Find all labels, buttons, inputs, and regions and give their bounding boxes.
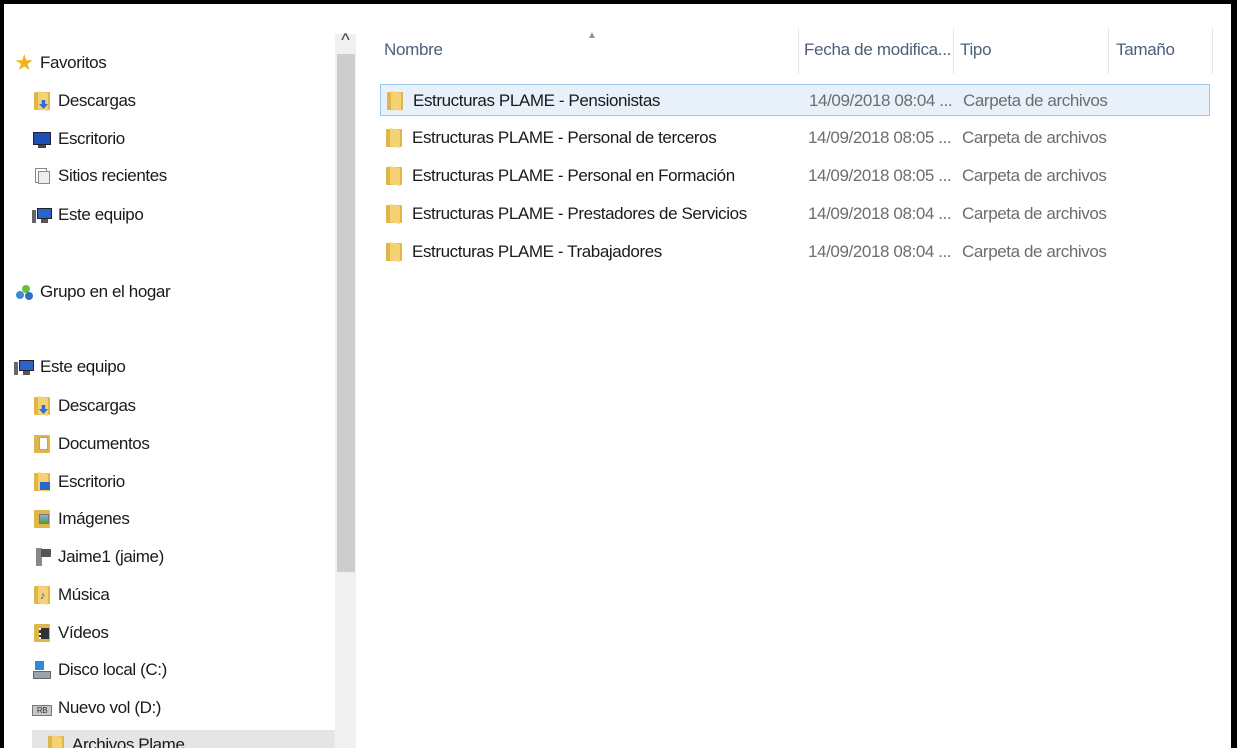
local-disk-icon — [32, 660, 52, 680]
file-modified: 14/09/2018 08:04 ... — [809, 91, 953, 110]
nav-pc-downloads[interactable]: Descargas — [32, 391, 136, 421]
file-type: Carpeta de archivos — [963, 91, 1108, 110]
column-header-label: Nombre — [384, 40, 443, 59]
nav-label: Este equipo — [58, 205, 144, 224]
column-divider[interactable] — [953, 28, 954, 74]
file-name: Estructuras PLAME - Personal en Formació… — [412, 166, 735, 185]
column-divider[interactable] — [1212, 28, 1213, 74]
nav-pc-local-disk-c[interactable]: Disco local (C:) — [32, 655, 167, 685]
sort-ascending-icon: ▲ — [587, 30, 597, 41]
music-folder-icon: ♪ — [32, 585, 52, 605]
nav-label: Documentos — [58, 434, 150, 453]
nav-label: Sitios recientes — [58, 166, 167, 185]
file-name-cell: Estructuras PLAME - Prestadores de Servi… — [384, 198, 747, 230]
file-row[interactable]: Estructuras PLAME - Trabajadores 14/09/2… — [380, 236, 1210, 268]
file-modified: 14/09/2018 08:05 ... — [808, 166, 952, 185]
nav-pc-pictures[interactable]: Imágenes — [32, 504, 130, 534]
nav-pc-desktop[interactable]: Escritorio — [32, 467, 125, 497]
file-type: Carpeta de archivos — [962, 128, 1107, 147]
nav-pc-music[interactable]: ♪ Música — [32, 580, 110, 610]
scroll-up-chevron-icon[interactable]: ^ — [335, 26, 356, 54]
desktop-icon — [32, 129, 52, 149]
folder-icon — [384, 242, 404, 262]
nav-label: Descargas — [58, 396, 136, 415]
nav-pc-documents[interactable]: Documentos — [32, 429, 150, 459]
file-name-cell: Estructuras PLAME - Personal de terceros — [384, 122, 717, 154]
file-name: Estructuras PLAME - Trabajadores — [412, 242, 662, 261]
file-type: Carpeta de archivos — [962, 242, 1107, 261]
nav-label: Música — [58, 585, 110, 604]
column-header-name[interactable]: Nombre — [384, 32, 443, 68]
file-row[interactable]: Estructuras PLAME - Personal de terceros… — [380, 122, 1210, 154]
network-drive-icon — [32, 547, 52, 567]
file-modified: 14/09/2018 08:05 ... — [808, 128, 952, 147]
nav-favorites[interactable]: ★ Favoritos — [14, 48, 106, 78]
nav-favorites-this-pc[interactable]: Este equipo — [32, 200, 144, 230]
nav-archivos-plame[interactable]: Archivos Plame — [32, 730, 335, 748]
nav-label: Imágenes — [58, 509, 130, 528]
file-explorer-window: ★ Favoritos Descargas Escritorio Sitios … — [0, 0, 1237, 748]
file-modified: 14/09/2018 08:04 ... — [808, 242, 952, 261]
computer-icon — [14, 357, 34, 377]
file-row[interactable]: Estructuras PLAME - Prestadores de Servi… — [380, 198, 1210, 230]
pictures-folder-icon — [32, 509, 52, 529]
file-row[interactable]: Estructuras PLAME - Personal en Formació… — [380, 160, 1210, 192]
nav-homegroup[interactable]: Grupo en el hogar — [14, 277, 171, 307]
nav-label: Este equipo — [40, 357, 126, 376]
nav-favorites-recent[interactable]: Sitios recientes — [32, 161, 167, 191]
videos-folder-icon — [32, 623, 52, 643]
documents-folder-icon — [32, 434, 52, 454]
nav-pc-videos[interactable]: Vídeos — [32, 618, 109, 648]
folder-icon — [384, 166, 404, 186]
file-name-cell: Estructuras PLAME - Personal en Formació… — [384, 160, 735, 192]
recent-places-icon — [32, 166, 52, 186]
star-icon: ★ — [14, 50, 34, 75]
nav-favorites-downloads[interactable]: Descargas — [32, 86, 136, 116]
column-header-modified[interactable]: Fecha de modifica... — [804, 32, 951, 68]
nav-label: Favoritos — [40, 53, 107, 72]
column-header-label: Tipo — [960, 40, 992, 59]
column-header-type[interactable]: Tipo — [960, 32, 992, 68]
file-modified: 14/09/2018 08:04 ... — [808, 204, 952, 223]
nav-label: Archivos Plame — [72, 735, 185, 748]
file-name-cell: Estructuras PLAME - Trabajadores — [384, 236, 662, 268]
column-header-size[interactable]: Tamaño — [1116, 32, 1175, 68]
column-divider[interactable] — [798, 28, 799, 74]
file-name: Estructuras PLAME - Personal de terceros — [412, 128, 717, 147]
nav-label: Disco local (C:) — [58, 660, 167, 679]
nav-favorites-desktop[interactable]: Escritorio — [32, 124, 125, 154]
nav-this-pc[interactable]: Este equipo — [14, 352, 126, 382]
column-divider[interactable] — [1108, 28, 1109, 74]
file-list-pane: ▲ Nombre Fecha de modifica... Tipo Tamañ… — [360, 4, 1231, 748]
downloads-folder-icon — [32, 91, 52, 111]
nav-pc-network-jaime[interactable]: Jaime1 (jaime) — [32, 542, 164, 572]
folder-icon — [384, 128, 404, 148]
nav-label: Escritorio — [58, 472, 125, 491]
file-row[interactable]: Estructuras PLAME - Pensionistas 14/09/2… — [380, 84, 1210, 116]
nav-label: Escritorio — [58, 129, 125, 148]
folder-icon — [385, 91, 405, 111]
navigation-pane: ★ Favoritos Descargas Escritorio Sitios … — [4, 4, 356, 748]
nav-label: Vídeos — [58, 623, 109, 642]
homegroup-icon — [14, 282, 34, 302]
nav-label: Descargas — [58, 91, 136, 110]
file-name-cell: Estructuras PLAME - Pensionistas — [385, 85, 660, 117]
column-header-label: Tamaño — [1116, 40, 1175, 59]
nav-pc-volume-d[interactable]: RB Nuevo vol (D:) — [32, 693, 161, 723]
folder-icon — [384, 204, 404, 224]
downloads-folder-icon — [32, 396, 52, 416]
folder-icon — [46, 735, 66, 748]
file-name: Estructuras PLAME - Pensionistas — [413, 91, 661, 110]
file-type: Carpeta de archivos — [962, 166, 1107, 185]
column-header-label: Fecha de modifica... — [804, 40, 952, 59]
computer-icon — [32, 205, 52, 225]
nav-label: Nuevo vol (D:) — [58, 698, 162, 717]
nav-scrollbar-thumb[interactable] — [337, 54, 355, 572]
nav-label: Grupo en el hogar — [40, 282, 171, 301]
file-type: Carpeta de archivos — [962, 204, 1107, 223]
nav-label: Jaime1 (jaime) — [58, 547, 164, 566]
file-name: Estructuras PLAME - Prestadores de Servi… — [412, 204, 747, 223]
volume-drive-icon: RB — [32, 698, 52, 718]
desktop-folder-icon — [32, 472, 52, 492]
